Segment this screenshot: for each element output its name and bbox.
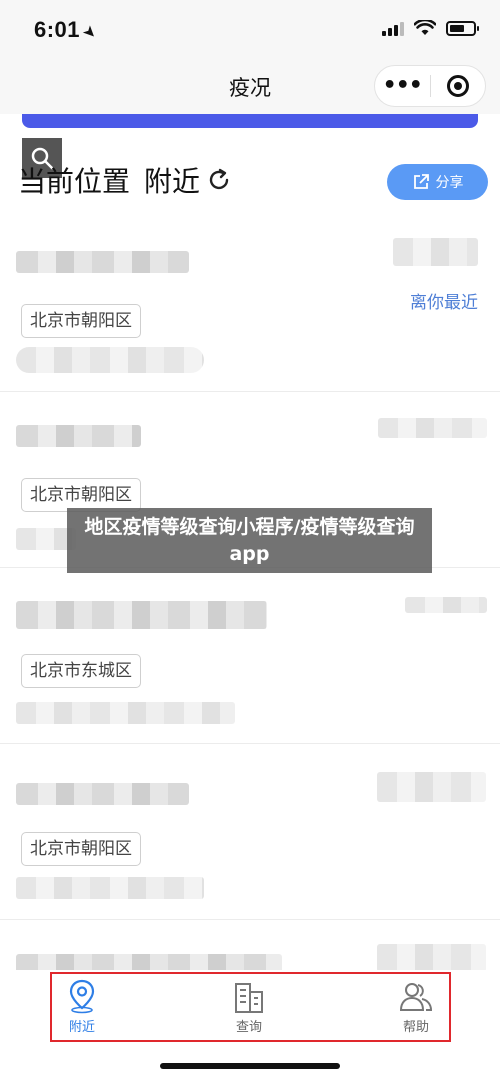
list-item[interactable]: 离你最近 北京市朝阳区: [0, 220, 500, 392]
tab-query[interactable]: 查询: [209, 976, 289, 1035]
district-tag: 北京市朝阳区: [21, 478, 141, 512]
wifi-icon: [414, 20, 436, 35]
location-arrow-icon: ➤: [80, 22, 101, 43]
more-button[interactable]: •••: [375, 75, 430, 97]
battery-icon: [446, 20, 479, 36]
blurred-detail: [16, 702, 235, 724]
watermark-overlay: 地区疫情等级查询小程序/疫情等级查询app: [67, 508, 432, 573]
status-icons: [382, 20, 479, 36]
status-bar: 6:01➤: [0, 0, 500, 60]
district-tag: 北京市朝阳区: [21, 832, 141, 866]
list-item[interactable]: 北京市东城区: [0, 568, 500, 744]
location-pin-icon: [69, 979, 95, 1014]
home-indicator: [160, 1063, 340, 1069]
share-label: 分享: [435, 175, 464, 191]
district-tag: 北京市朝阳区: [21, 304, 141, 338]
blurred-level: [377, 772, 486, 802]
people-icon: [399, 983, 433, 1011]
blurred-detail: [16, 347, 204, 373]
blurred-address: [16, 425, 141, 447]
blurred-detail: [16, 877, 204, 899]
blurred-level: [405, 597, 487, 613]
tab-help[interactable]: 帮助: [376, 976, 456, 1035]
tab-label: 查询: [235, 1020, 262, 1035]
building-icon: [235, 983, 263, 1013]
blurred-level: [378, 418, 487, 438]
tab-label: 帮助: [402, 1020, 429, 1035]
close-circle-icon: [446, 75, 469, 97]
signal-icon: [382, 20, 404, 36]
location-label: 当前位置: [18, 165, 131, 198]
banner-strip: [22, 114, 478, 128]
blurred-level: [377, 944, 486, 972]
status-time: 6:01➤: [34, 17, 100, 43]
refresh-icon[interactable]: [206, 167, 232, 193]
nearest-label: 离你最近: [410, 293, 478, 313]
location-header: 当前位置 附近: [18, 160, 232, 200]
status-time-text: 6:01: [34, 17, 81, 42]
miniprogram-capsule: •••: [374, 65, 486, 107]
share-icon: [413, 174, 429, 189]
blurred-level: [393, 238, 478, 266]
share-button[interactable]: 分享: [387, 164, 488, 200]
tab-label: 附近: [68, 1020, 95, 1035]
district-tag: 北京市东城区: [21, 654, 141, 688]
close-miniprogram-button[interactable]: [431, 75, 486, 97]
blurred-address: [16, 783, 189, 805]
nearby-label: 附近: [144, 165, 201, 198]
blurred-address: [16, 251, 189, 273]
blurred-address: [16, 601, 267, 629]
tab-nearby[interactable]: 附近: [42, 976, 122, 1035]
nav-bar: 疫况 •••: [0, 60, 500, 114]
list-item[interactable]: 北京市朝阳区: [0, 744, 500, 920]
